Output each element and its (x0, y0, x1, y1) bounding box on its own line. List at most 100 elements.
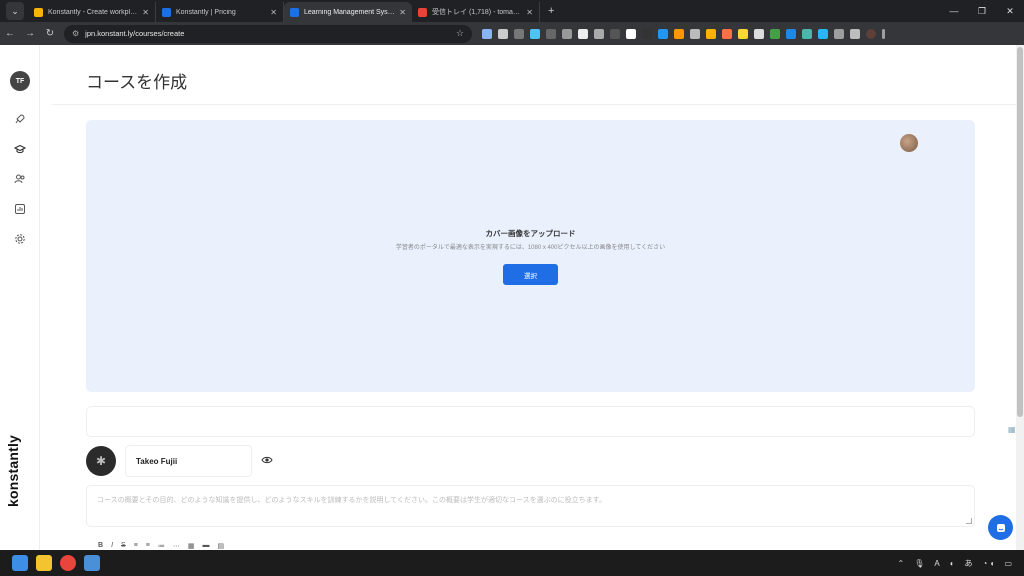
browser-tab[interactable]: Konstantly | Pricing ✕ (156, 2, 284, 22)
extension-icon[interactable] (626, 28, 636, 39)
header-divider (52, 104, 1016, 105)
scrollbar-thumb[interactable] (1017, 47, 1023, 417)
extension-icon[interactable] (818, 28, 828, 39)
tab-search-icon[interactable]: ⌄ (6, 2, 24, 20)
browser-tab-strip: ⌄ Konstantly - Create workplace ✕ Konsta… (0, 0, 1024, 22)
select-image-button[interactable]: 選択 (503, 264, 558, 285)
cover-upload-title: カバー画像をアップロード (485, 229, 576, 238)
eye-icon[interactable] (261, 454, 273, 466)
status-icon[interactable]: ◐ (950, 559, 955, 568)
extension-icon[interactable] (738, 28, 748, 39)
chevron-up-icon[interactable]: ⌃ (898, 559, 905, 568)
extension-icon[interactable] (722, 28, 732, 39)
mouse-cursor-highlight (900, 134, 918, 152)
notification-icon[interactable]: ▭ (1004, 559, 1012, 568)
extension-icon[interactable] (578, 28, 588, 39)
extensions-bar (482, 28, 885, 39)
browser-tab-active[interactable]: Learning Management System ✕ (284, 2, 412, 22)
bold-button[interactable]: B (98, 542, 103, 550)
chat-icon (996, 523, 1005, 532)
new-tab-button[interactable]: + (548, 5, 554, 17)
windows-start-icon[interactable] (12, 555, 28, 571)
settings-gear-icon[interactable] (13, 232, 27, 246)
italic-button[interactable]: I (111, 542, 113, 550)
chat-support-button[interactable] (988, 515, 1013, 540)
close-tab-icon[interactable]: ✕ (399, 8, 406, 17)
close-tab-icon[interactable]: ✕ (142, 8, 149, 17)
table-button[interactable]: ▦ (188, 542, 195, 550)
chrome-icon[interactable] (60, 555, 76, 571)
extension-icon[interactable] (546, 28, 556, 39)
close-window-icon[interactable]: ✕ (996, 6, 1024, 17)
close-tab-icon[interactable]: ✕ (526, 8, 533, 17)
wifi-volume-icon[interactable]: ◔ ◖ (983, 559, 995, 568)
download-icon[interactable] (850, 28, 860, 39)
os-taskbar: ⌃ 🎙 A ◐ あ ◔ ◖ ▭ (0, 550, 1024, 576)
image-button[interactable]: ▤ (218, 542, 225, 550)
author-avatar: ✱ (86, 446, 116, 476)
page-title: コースを作成 (86, 73, 188, 92)
address-bar[interactable]: ⚙ jpn.konstant.ly/courses/create ☆ (64, 24, 472, 43)
reload-icon[interactable]: ↻ (40, 28, 60, 39)
list-button[interactable]: ≔ (158, 542, 165, 550)
back-icon[interactable]: ← (0, 28, 20, 39)
tab-favicon-icon (162, 7, 171, 17)
minimize-icon[interactable]: — (940, 6, 968, 16)
extension-icon[interactable] (706, 28, 716, 39)
konstantly-logo: konstantly (5, 434, 21, 507)
strikethrough-button[interactable]: S (121, 542, 126, 550)
course-description-input[interactable]: コースの概要とその目的、どのような知識を提供し、どのようなスキルを訓練するかを説… (86, 485, 975, 527)
cover-upload-area[interactable]: カバー画像をアップロード 学習者のポータルで最適な表示を実現するには、1080 … (86, 120, 975, 392)
course-title-input[interactable] (86, 406, 975, 437)
rocket-icon[interactable] (13, 112, 27, 126)
language-icon[interactable]: あ (965, 558, 973, 569)
menu-dots-icon[interactable] (882, 28, 885, 39)
gmail-favicon-icon (418, 7, 427, 17)
cover-upload-hint: 学習者のポータルで最適な表示を実現するには、1080 x 400ピクセル以上の画… (395, 245, 666, 251)
align-button[interactable]: ≡ (134, 542, 138, 550)
extension-icon[interactable] (658, 28, 668, 39)
editor-toolbar: B I S ≡ ≡ ≔ ⋯ ▦ ▬ ▤ (98, 542, 224, 550)
extension-icon[interactable] (594, 28, 604, 39)
app-icon[interactable] (84, 555, 100, 571)
author-name-field[interactable]: Takeo Fujii (125, 445, 252, 477)
extension-icon[interactable] (530, 28, 540, 39)
restore-icon[interactable]: ❐ (968, 6, 996, 17)
web-page: TF konstantly コースを作成 カバー画像をアップロード 学習者のポー… (0, 45, 1024, 550)
align-button[interactable]: ≡ (146, 542, 150, 550)
graduation-cap-icon[interactable] (13, 142, 27, 156)
extension-icon[interactable] (610, 28, 620, 39)
more-button[interactable]: ⋯ (173, 542, 180, 550)
page-scrollbar[interactable] (1016, 45, 1024, 550)
tab-favicon-icon (34, 7, 43, 17)
extension-icon[interactable] (514, 28, 524, 39)
extension-icon[interactable] (498, 28, 508, 39)
extension-icon[interactable] (674, 28, 684, 39)
divider-button[interactable]: ▬ (203, 542, 210, 550)
reports-icon[interactable] (13, 202, 27, 216)
site-info-icon[interactable]: ⚙ (72, 29, 79, 38)
extension-icon[interactable] (690, 28, 700, 39)
extension-icon[interactable] (754, 28, 764, 39)
extension-icon[interactable] (482, 28, 492, 39)
sidebar: TF konstantly (0, 45, 40, 550)
users-icon[interactable] (13, 172, 27, 186)
extension-icon[interactable] (770, 28, 780, 39)
extension-icon[interactable] (642, 28, 652, 39)
puzzle-icon[interactable] (834, 28, 844, 39)
ime-icon[interactable]: A (934, 559, 939, 568)
file-explorer-icon[interactable] (36, 555, 52, 571)
user-avatar[interactable]: TF (10, 71, 30, 91)
forward-icon[interactable]: → (20, 28, 40, 39)
browser-tab[interactable]: 受信トレイ (1,718) - tomasen1256 ✕ (412, 2, 540, 22)
browser-tab[interactable]: Konstantly - Create workplace ✕ (28, 2, 156, 22)
microphone-icon[interactable]: 🎙 (914, 559, 924, 568)
extension-icon[interactable] (786, 28, 796, 39)
resize-handle[interactable] (966, 518, 972, 524)
close-tab-icon[interactable]: ✕ (270, 8, 277, 17)
extension-icon[interactable] (802, 28, 812, 39)
extension-icon[interactable] (562, 28, 572, 39)
profile-avatar[interactable] (866, 28, 876, 39)
address-url: jpn.konstant.ly/courses/create (85, 29, 185, 38)
bookmark-star-icon[interactable]: ☆ (456, 28, 464, 39)
